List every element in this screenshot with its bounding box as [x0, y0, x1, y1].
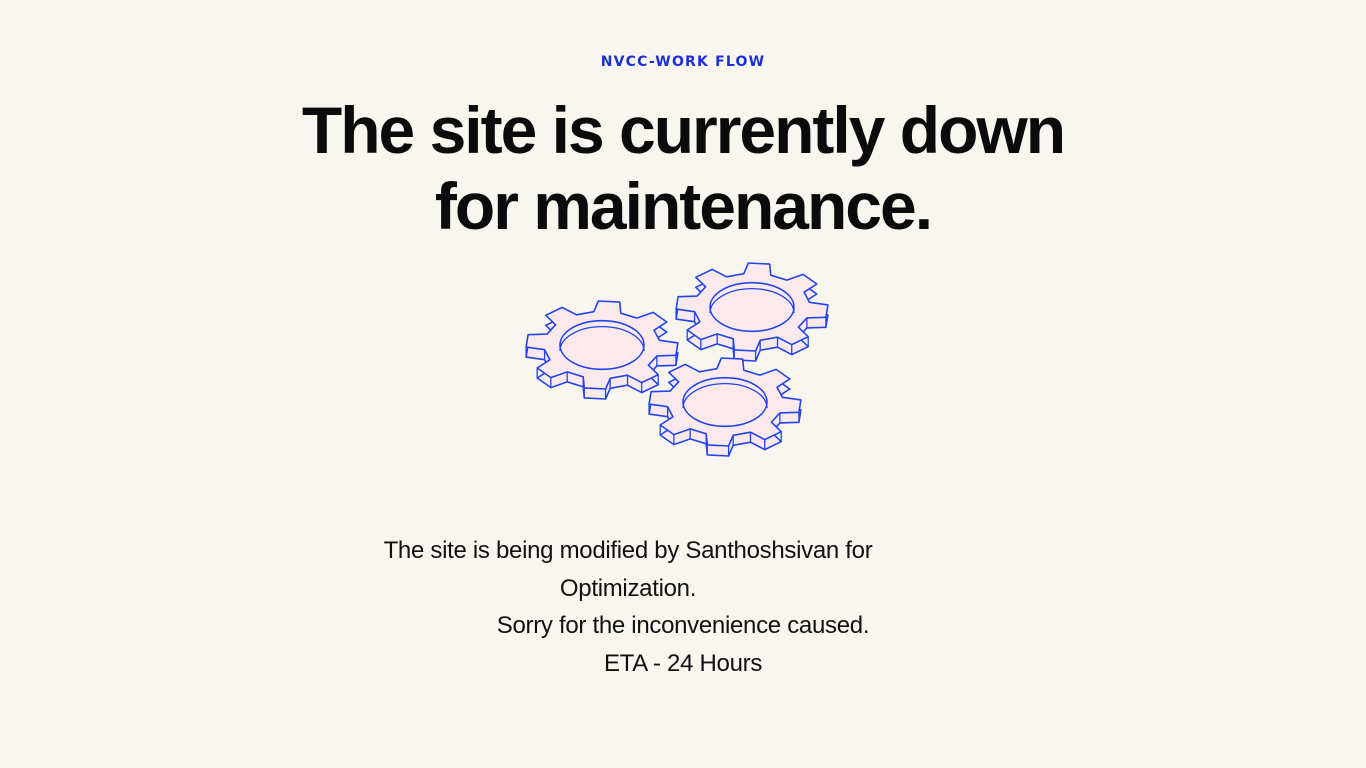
- gear-left-icon: [525, 300, 679, 400]
- maintenance-message: The site is being modified by Santhoshsi…: [333, 532, 1033, 682]
- gear-bottom-icon: [648, 357, 802, 457]
- gears-icon: [525, 262, 829, 457]
- gear-top-right-icon: [675, 262, 829, 362]
- page-title-line-1: The site is currently down: [301, 93, 1066, 167]
- page-title-line-2: for maintenance.: [434, 169, 933, 243]
- site-brand-label: NVCC-WORK FLOW: [600, 54, 766, 70]
- message-line-1: The site is being modified by Santhoshsi…: [383, 537, 873, 602]
- eta-text: ETA - 24 Hours: [603, 649, 763, 677]
- message-line-2: Sorry for the inconvenience caused.: [496, 612, 870, 639]
- page-title: The site is currently down for maintenan…: [233, 92, 1133, 244]
